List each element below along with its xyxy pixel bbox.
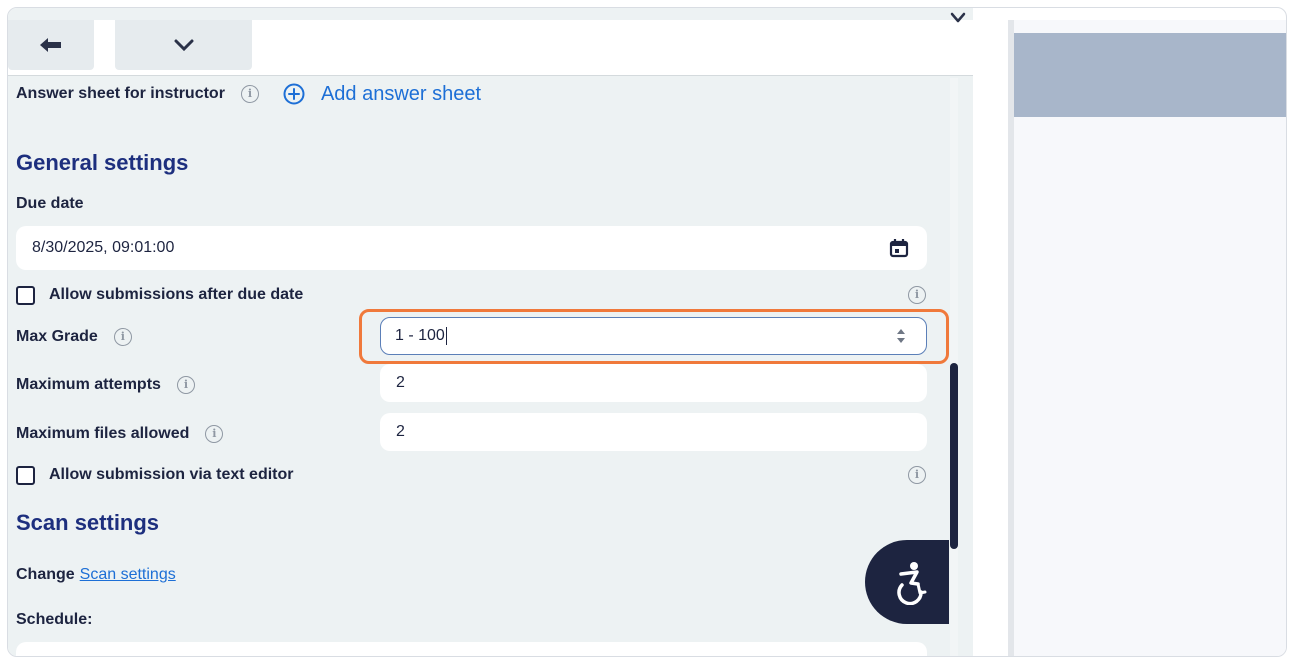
max-attempts-value: 2 — [396, 374, 405, 391]
due-date-label: Due date — [16, 195, 84, 212]
max-files-row: Maximum files allowed i — [16, 422, 224, 446]
max-grade-row: Max Grade i — [16, 325, 132, 349]
general-settings-heading: General settings — [16, 150, 189, 175]
accessibility-icon — [897, 562, 927, 605]
max-grade-label: Max Grade — [16, 328, 98, 345]
allow-late-checkbox[interactable] — [16, 285, 35, 305]
info-icon[interactable]: i — [908, 466, 926, 484]
due-date-label-row: Due date — [16, 193, 84, 215]
info-icon[interactable]: i — [176, 376, 195, 394]
add-answer-sheet-link[interactable]: Add answer sheet — [321, 83, 481, 106]
close-icon[interactable] — [948, 12, 968, 28]
text-editor-checkbox[interactable] — [16, 465, 35, 485]
scan-settings-link[interactable]: Scan settings — [80, 566, 176, 584]
info-icon[interactable]: i — [113, 328, 132, 346]
max-files-input[interactable]: 2 — [380, 413, 927, 451]
chevron-down-icon — [174, 39, 193, 51]
schedule-field[interactable] — [16, 642, 927, 656]
accessibility-button[interactable] — [865, 540, 949, 624]
focus-highlight — [359, 309, 949, 364]
info-icon[interactable]: i — [240, 85, 259, 103]
text-editor-label: Allow submission via text editor — [49, 466, 294, 483]
due-date-field[interactable]: 8/30/2025, 09:01:00 — [16, 226, 927, 270]
due-date-value: 8/30/2025, 09:01:00 — [32, 239, 175, 256]
max-attempts-input[interactable]: 2 — [380, 364, 927, 402]
right-panel-header — [1014, 33, 1286, 117]
schedule-label: Schedule: — [16, 611, 93, 628]
info-icon[interactable]: i — [205, 425, 224, 443]
scrollbar-thumb[interactable] — [950, 363, 958, 549]
answer-sheet-label: Answer sheet for instructor — [16, 85, 225, 102]
answer-sheet-row: Answer sheet for instructor i Add answer… — [16, 81, 481, 107]
allow-late-row: Allow submissions after due date i — [16, 284, 926, 306]
max-attempts-label: Maximum attempts — [16, 376, 161, 393]
max-attempts-row: Maximum attempts i — [16, 373, 195, 397]
settings-panel: Answer sheet for instructor i Add answer… — [8, 8, 973, 656]
max-files-label: Maximum files allowed — [16, 425, 190, 442]
app-frame: Answer sheet for instructor i Add answer… — [7, 7, 1287, 657]
info-icon[interactable]: i — [908, 286, 926, 304]
calendar-icon[interactable] — [889, 238, 909, 258]
text-editor-row: Allow submission via text editor i — [16, 464, 926, 486]
change-scan-row: Change Scan settings — [16, 564, 176, 586]
arrow-left-icon — [40, 38, 61, 52]
plus-circle-icon[interactable] — [283, 83, 305, 105]
more-button[interactable] — [115, 20, 252, 70]
top-toolbar — [8, 20, 973, 76]
max-files-value: 2 — [396, 423, 405, 440]
back-button[interactable] — [8, 20, 94, 70]
change-label: Change — [16, 566, 75, 583]
allow-late-label: Allow submissions after due date — [49, 286, 304, 303]
scan-settings-heading: Scan settings — [16, 510, 160, 535]
schedule-row: Schedule: — [16, 609, 92, 631]
